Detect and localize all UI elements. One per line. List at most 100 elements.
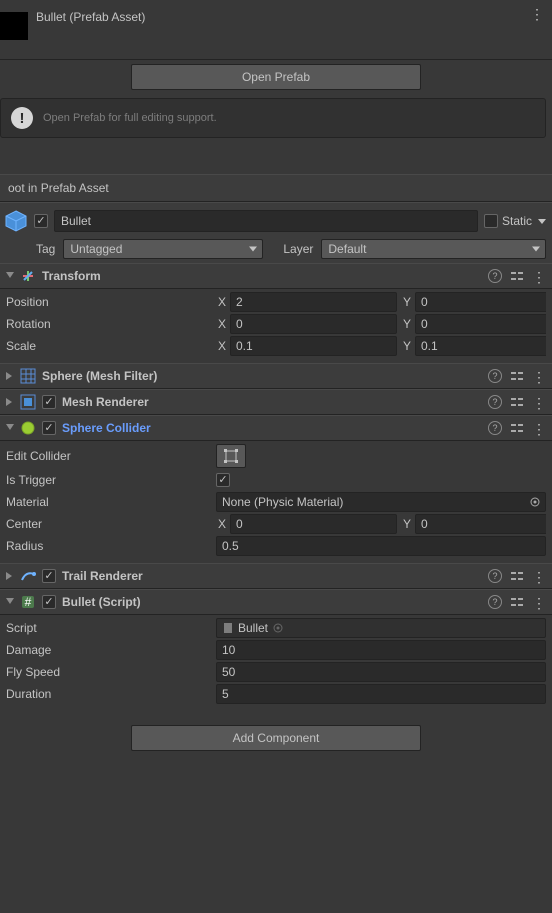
transform-body: Position X Y Z Rotation X Y Z Scale X Y …	[0, 289, 552, 363]
material-field[interactable]: None (Physic Material)	[216, 492, 546, 512]
scale-label: Scale	[6, 339, 216, 353]
help-icon[interactable]: ?	[488, 421, 502, 435]
fly-speed-label: Fly Speed	[6, 665, 216, 679]
foldout-icon	[6, 424, 14, 432]
tag-dropdown[interactable]: Untagged	[63, 239, 263, 259]
preset-icon[interactable]	[510, 421, 524, 435]
sphere-collider-enabled-checkbox[interactable]	[42, 421, 56, 435]
damage-field[interactable]	[216, 640, 546, 660]
static-label: Static	[502, 214, 532, 228]
layer-label: Layer	[283, 242, 313, 256]
gameobject-header: Static Tag Untagged Layer Default	[0, 202, 552, 263]
info-icon: !	[11, 107, 33, 129]
kebab-menu-icon[interactable]	[532, 569, 546, 583]
trail-renderer-enabled-checkbox[interactable]	[42, 569, 56, 583]
is-trigger-checkbox[interactable]	[216, 473, 230, 487]
fly-speed-field[interactable]	[216, 662, 546, 682]
kebab-menu-icon[interactable]	[532, 595, 546, 609]
sphere-collider-header[interactable]: Sphere Collider ?	[0, 415, 552, 441]
radius-label: Radius	[6, 539, 216, 553]
is-trigger-label: Is Trigger	[6, 473, 216, 487]
static-checkbox[interactable]	[484, 214, 498, 228]
help-icon[interactable]: ?	[488, 569, 502, 583]
axis-y-label: Y	[401, 517, 415, 531]
gameobject-enabled-checkbox[interactable]	[34, 214, 48, 228]
tag-label: Tag	[36, 242, 55, 256]
mesh-renderer-enabled-checkbox[interactable]	[42, 395, 56, 409]
axis-y-label: Y	[401, 339, 415, 353]
scale-y-field[interactable]	[415, 336, 546, 356]
bullet-script-enabled-checkbox[interactable]	[42, 595, 56, 609]
material-label: Material	[6, 495, 216, 509]
scale-x-field[interactable]	[230, 336, 397, 356]
axis-x-label: X	[216, 317, 230, 331]
object-picker-icon[interactable]	[272, 622, 284, 634]
kebab-menu-icon[interactable]	[530, 6, 544, 20]
help-icon[interactable]: ?	[488, 369, 502, 383]
add-component-button[interactable]: Add Component	[131, 725, 421, 751]
center-y-field[interactable]	[415, 514, 546, 534]
svg-text:#: #	[25, 595, 32, 609]
help-icon[interactable]: ?	[488, 595, 502, 609]
preset-icon[interactable]	[510, 569, 524, 583]
foldout-icon	[6, 598, 14, 606]
kebab-menu-icon[interactable]	[532, 421, 546, 435]
center-x-field[interactable]	[230, 514, 397, 534]
kebab-menu-icon[interactable]	[532, 395, 546, 409]
axis-x-label: X	[216, 517, 230, 531]
sphere-collider-title: Sphere Collider	[62, 421, 482, 435]
mesh-renderer-header[interactable]: Mesh Renderer ?	[0, 389, 552, 415]
sphere-collider-body: Edit Collider Is Trigger Material None (…	[0, 441, 552, 563]
preset-icon[interactable]	[510, 269, 524, 283]
transform-header[interactable]: Transform ?	[0, 263, 552, 289]
axis-x-label: X	[216, 339, 230, 353]
center-label: Center	[6, 517, 216, 531]
prefab-cube-icon	[4, 209, 28, 233]
preset-icon[interactable]	[510, 369, 524, 383]
foldout-icon	[6, 572, 14, 580]
trail-renderer-icon	[20, 568, 36, 584]
mesh-filter-header[interactable]: Sphere (Mesh Filter) ?	[0, 363, 552, 389]
static-dropdown-arrow[interactable]	[538, 219, 546, 224]
preset-icon[interactable]	[510, 395, 524, 409]
layer-value: Default	[328, 242, 366, 256]
duration-label: Duration	[6, 687, 216, 701]
script-field: Bullet	[216, 618, 546, 638]
trail-renderer-header[interactable]: Trail Renderer ?	[0, 563, 552, 589]
radius-field[interactable]	[216, 536, 546, 556]
rotation-label: Rotation	[6, 317, 216, 331]
open-prefab-button[interactable]: Open Prefab	[131, 64, 421, 90]
script-label: Script	[6, 621, 216, 635]
axis-x-label: X	[216, 295, 230, 309]
script-icon: #	[20, 594, 36, 610]
mesh-filter-icon	[20, 368, 36, 384]
duration-field[interactable]	[216, 684, 546, 704]
bullet-script-header[interactable]: # Bullet (Script) ?	[0, 589, 552, 615]
info-text: Open Prefab for full editing support.	[43, 112, 217, 124]
kebab-menu-icon[interactable]	[532, 369, 546, 383]
material-value: None (Physic Material)	[222, 495, 343, 509]
open-prefab-row: Open Prefab	[0, 60, 552, 98]
rotation-y-field[interactable]	[415, 314, 546, 334]
edit-collider-button[interactable]	[216, 444, 246, 468]
damage-label: Damage	[6, 643, 216, 657]
transform-icon	[20, 268, 36, 284]
help-icon[interactable]: ?	[488, 395, 502, 409]
axis-y-label: Y	[401, 295, 415, 309]
rotation-x-field[interactable]	[230, 314, 397, 334]
gameobject-name-field[interactable]	[54, 210, 478, 232]
script-value: Bullet	[238, 621, 268, 635]
foldout-icon	[6, 272, 14, 280]
help-icon[interactable]: ?	[488, 269, 502, 283]
transform-title: Transform	[42, 269, 482, 283]
axis-y-label: Y	[401, 317, 415, 331]
bullet-script-body: Script Bullet Damage Fly Speed Duration	[0, 615, 552, 711]
object-picker-icon[interactable]	[529, 496, 541, 508]
layer-dropdown[interactable]: Default	[321, 239, 546, 259]
mesh-renderer-icon	[20, 394, 36, 410]
preset-icon[interactable]	[510, 595, 524, 609]
position-x-field[interactable]	[230, 292, 397, 312]
trail-renderer-title: Trail Renderer	[62, 569, 482, 583]
position-y-field[interactable]	[415, 292, 546, 312]
kebab-menu-icon[interactable]	[532, 269, 546, 283]
